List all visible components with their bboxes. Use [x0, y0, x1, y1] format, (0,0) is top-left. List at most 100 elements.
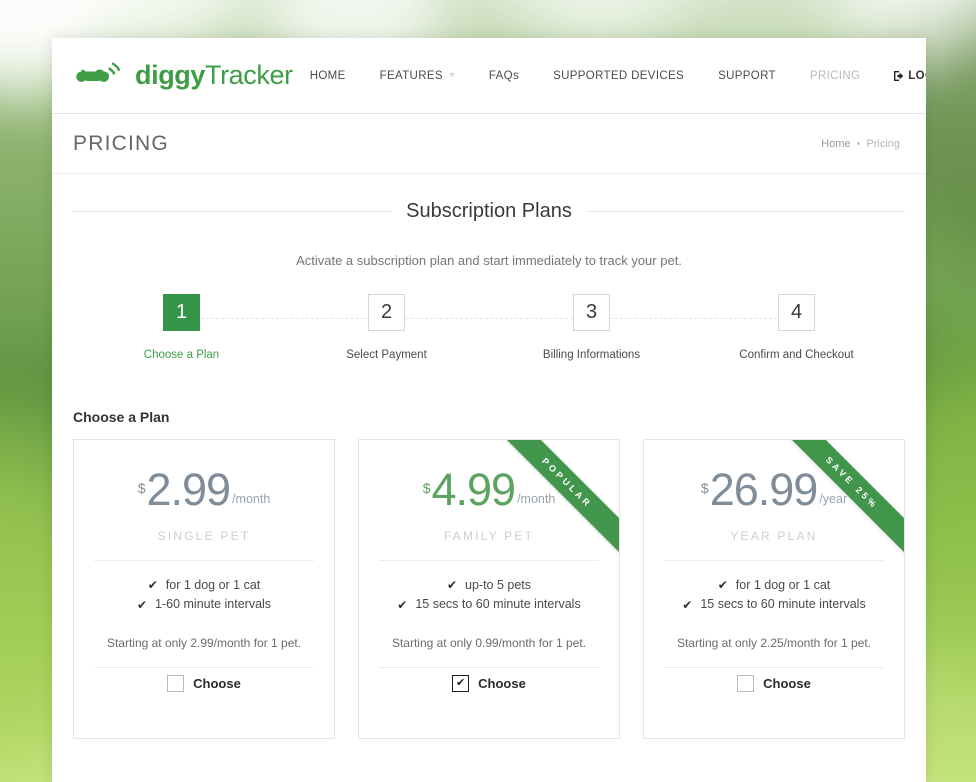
nav-label: SUPPORT [718, 69, 776, 82]
price-amount: 2.99 [146, 464, 231, 515]
divider-right [585, 211, 905, 212]
plan-feature-label: 1-60 minute intervals [155, 597, 272, 612]
nav-item-home[interactable]: HOME [293, 70, 363, 82]
section-title: Subscription Plans [406, 200, 572, 222]
nav-label: FAQs [488, 69, 520, 82]
plan-feature-item: ✔ 15 secs to 60 minute intervals [377, 595, 601, 614]
step-label: Confirm and Checkout [739, 349, 854, 361]
nav-label: PRICING [809, 69, 861, 82]
currency-symbol: $ [700, 480, 709, 496]
check-icon: ✔ [136, 597, 148, 612]
check-icon: ✔ [397, 597, 408, 612]
check-icon: ✔ [717, 578, 728, 593]
plan-feature-item: ✔ 1-60 minute intervals [92, 595, 316, 614]
main-content: Subscription Plans Activate a subscripti… [52, 200, 926, 773]
bottom-spacer [73, 739, 905, 773]
plan-choose-row[interactable]: Choose [644, 675, 904, 738]
checkout-steps: 1 Choose a Plan 2 Select Payment 3 Billi… [73, 294, 905, 361]
plan-divider-bottom [664, 666, 884, 668]
plan-choose-label: Choose [478, 676, 526, 691]
plan-price: $ 2.99 /month [137, 464, 271, 515]
plan-choose-checkbox[interactable] [737, 675, 755, 692]
sign-in-icon [893, 70, 905, 82]
currency-symbol: $ [422, 480, 431, 496]
nav-item-support[interactable]: SUPPORT [701, 70, 793, 82]
choose-a-plan-heading: Choose a Plan [73, 409, 170, 425]
step-choose-a-plan[interactable]: 1 Choose a Plan [79, 294, 284, 361]
step-number: 1 [163, 294, 200, 331]
nav-label: SUPPORTED DEVICES [553, 69, 685, 82]
nav-item-faqs[interactable]: FAQs [472, 70, 536, 82]
brand-logo-link[interactable]: diggyTracker [73, 59, 293, 93]
breadcrumb-home[interactable]: Home [821, 138, 850, 150]
plan-card-year-plan[interactable]: SAVE 25% $ 26.99 /year YEAR PLAN ✔ for 1… [643, 439, 905, 739]
plan-feature-label: 15 secs to 60 minute intervals [700, 597, 866, 612]
plan-choose-row[interactable]: Choose [74, 675, 334, 738]
plan-feature-label: up-to 5 pets [465, 577, 532, 592]
plan-starting-note: Starting at only 2.99/month for 1 pet. [106, 635, 302, 650]
price-amount: 4.99 [431, 464, 516, 515]
step-label: Select Payment [346, 349, 427, 361]
plan-features: ✔ for 1 dog or 1 cat ✔ 15 secs to 60 min… [644, 561, 904, 615]
plan-divider-bottom [94, 666, 314, 668]
divider-left [73, 211, 393, 212]
step-number: 2 [368, 294, 405, 331]
plan-features: ✔ for 1 dog or 1 cat ✔ 1-60 minute inter… [74, 561, 334, 615]
check-icon: ✔ [682, 597, 693, 612]
plan-card-family-pet[interactable]: POPULAR $ 4.99 /month FAMILY PET ✔ up-to… [358, 439, 620, 739]
plan-choose-row[interactable]: ✔ Choose [359, 675, 619, 738]
nav-item-pricing[interactable]: PRICING [793, 70, 877, 82]
check-icon: ✔ [147, 578, 158, 593]
page-container: diggyTracker HOME FEATURES FAQs SUPPORTE… [52, 38, 926, 782]
plan-features: ✔ up-to 5 pets ✔ 15 secs to 60 minute in… [359, 561, 619, 615]
plan-starting-note: Starting at only 0.99/month for 1 pet. [391, 635, 587, 650]
breadcrumb-current: Pricing [866, 137, 900, 150]
plan-starting-note: Starting at only 2.25/month for 1 pet. [676, 635, 872, 650]
login-button[interactable]: LOGIN [877, 70, 926, 82]
step-number: 4 [778, 294, 815, 331]
section-subtitle: Activate a subscription plan and start i… [296, 253, 682, 268]
plan-price: $ 26.99 /year [700, 467, 847, 512]
plan-price-block: $ 4.99 /month FAMILY PET [359, 440, 619, 543]
step-billing-informations[interactable]: 3 Billing Informations [489, 294, 694, 361]
plan-card-single-pet[interactable]: $ 2.99 /month SINGLE PET ✔ for 1 dog or … [73, 439, 335, 739]
nav-label: HOME [309, 69, 346, 82]
nav-item-features[interactable]: FEATURES [363, 70, 472, 82]
plan-choose-checkbox[interactable]: ✔ [452, 675, 470, 692]
check-icon: ✔ [446, 578, 458, 593]
plan-cards: $ 2.99 /month SINGLE PET ✔ for 1 dog or … [73, 439, 905, 739]
site-header: diggyTracker HOME FEATURES FAQs SUPPORTE… [52, 38, 926, 114]
brand-name: diggyTracker [135, 60, 293, 91]
plan-choose-label: Choose [763, 676, 811, 691]
breadcrumb: Home • Pricing [821, 138, 900, 150]
plan-choose-checkbox[interactable] [167, 675, 185, 692]
section-title-row: Subscription Plans [73, 200, 905, 223]
step-label: Billing Informations [542, 349, 641, 361]
nav-item-supported-devices[interactable]: SUPPORTED DEVICES [536, 70, 701, 82]
step-confirm-and-checkout[interactable]: 4 Confirm and Checkout [694, 294, 899, 361]
plan-price: $ 4.99 /month [422, 464, 556, 515]
price-period: /month [232, 491, 271, 506]
brand-name-bold: diggy [135, 60, 205, 90]
step-number: 3 [573, 294, 610, 331]
plan-name: FAMILY PET [443, 528, 535, 543]
step-label: Choose a Plan [143, 349, 220, 361]
plan-divider-bottom [379, 666, 599, 668]
currency-symbol: $ [137, 480, 146, 496]
plan-price-block: $ 26.99 /year YEAR PLAN [644, 440, 904, 543]
plan-feature-item: ✔ 15 secs to 60 minute intervals [662, 595, 886, 614]
step-select-payment[interactable]: 2 Select Payment [284, 294, 489, 361]
page-title-bar: PRICING Home • Pricing [52, 114, 926, 174]
price-period: /month [517, 491, 556, 506]
nav-label: FEATURES [379, 69, 443, 82]
plan-feature-label: for 1 dog or 1 cat [735, 577, 831, 592]
dog-bone-signal-icon [73, 59, 129, 93]
plan-feature-label: for 1 dog or 1 cat [165, 577, 261, 592]
main-navigation: HOME FEATURES FAQs SUPPORTED DEVICES SUP… [293, 70, 926, 82]
login-label: LOGIN [908, 69, 926, 82]
brand-name-light: Tracker [205, 60, 293, 90]
breadcrumb-separator: • [856, 137, 861, 150]
plan-feature-item: ✔ up-to 5 pets [377, 576, 601, 595]
chevron-down-icon [448, 73, 455, 78]
plan-feature-item: ✔ for 1 dog or 1 cat [662, 576, 886, 595]
